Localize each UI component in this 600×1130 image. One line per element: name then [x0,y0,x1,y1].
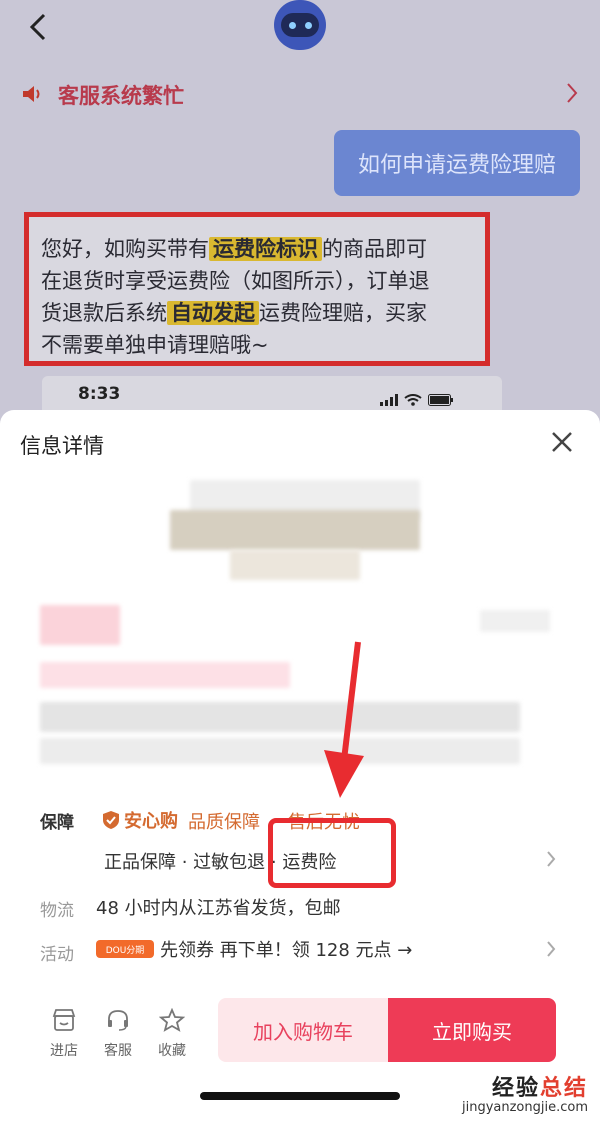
sheet-title: 信息详情 [20,434,104,458]
activity-label: 活动 [40,945,74,965]
back-button[interactable] [22,8,54,46]
bot-reply-bubble: 您好，如购买带有 运费险标识 的商品即可 在退货时享受运费险（如图所示），订单退 货… [24,212,490,366]
quality-guarantee: 品质保障 [188,812,260,833]
watermark-url: jingyanzongjie.com [461,1100,588,1115]
robot-icon [281,13,319,37]
chevron-right-icon[interactable] [546,850,556,868]
close-icon[interactable] [550,430,574,454]
reply-line: 不需要单独申请理赔哦~ [41,333,269,357]
home-indicator[interactable] [200,1092,400,1100]
star-icon [158,1007,186,1032]
watermark: 经验总结 jingyanzongjie.com [462,1070,588,1115]
blurred-product-image [170,510,420,550]
customer-service-button[interactable]: 客服 [98,1008,138,1060]
logistics-label: 物流 [40,901,74,921]
chevron-right-icon [567,83,578,103]
blurred-price [40,605,120,645]
bot-avatar [274,0,326,50]
chat-background: 客服系统繁忙 如何申请运费险理赔 您好，如购买带有 运费险标识 的商品即可 在退货时… [0,0,600,430]
action-bar: 进店 客服 收藏 加入购物车 立即购买 [0,998,600,1074]
chevron-left-icon [29,13,46,41]
status-icons [380,394,454,406]
highlight: 自动发起 [167,301,259,325]
annotation-arrow [324,641,364,798]
speaker-icon [23,86,40,102]
reply-line: 在退货时享受运费险（如图所示），订单退 [41,269,430,293]
service-notice-bar[interactable]: 客服系统繁忙 [0,70,600,120]
activity-text[interactable]: 先领券 再下单！领 128 元点 → [160,936,412,962]
reply-line: 您好，如购买带有 运费险标识 的商品即可 [41,237,427,261]
buy-now-button[interactable]: 立即购买 [388,998,556,1062]
headset-icon [108,1010,128,1031]
user-message-bubble: 如何申请运费险理赔 [334,130,580,196]
guarantee-label: 保障 [40,813,74,833]
chevron-right-icon[interactable] [546,940,556,958]
notice-text: 客服系统繁忙 [58,84,184,108]
info-detail-sheet: 信息详情 保障 安心购 品质保障 售后无忧 正品保障 · 过敏包退 · 运费险 … [0,410,600,1130]
blurred-price [40,662,290,688]
annotation-highlight-box [268,818,396,888]
watermark-logo: 经验总结 [491,1076,588,1101]
blurred-sold-count [480,610,550,632]
status-time: 8:33 [78,384,121,404]
wifi-icon [404,394,422,406]
store-icon [52,1009,76,1031]
battery-icon [428,394,453,406]
blurred-title [40,702,520,732]
blurred-title [40,738,520,764]
logistics-text: 48 小时内从江苏省发货，包邮 [96,898,341,919]
blurred-product-image [230,550,360,580]
signal-icon [380,394,398,406]
dou-installment-badge: DOU分期 [96,940,154,958]
add-to-cart-button[interactable]: 加入购物车 [218,998,388,1062]
highlight: 运费险标识 [209,237,322,261]
reply-line: 货退款后系统 自动发起 运费险理赔，买家 [41,301,427,325]
favorite-button[interactable]: 收藏 [152,1007,192,1060]
anxin-badge: 安心购 [102,807,178,833]
shop-button[interactable]: 进店 [44,1008,84,1060]
shield-icon [103,811,119,829]
